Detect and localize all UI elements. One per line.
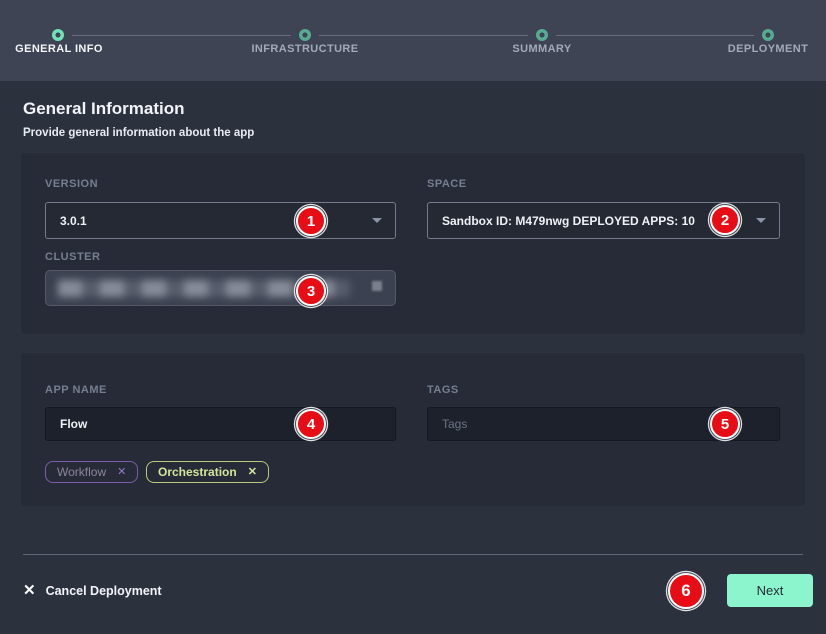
redacted-text: [372, 281, 382, 291]
step-dot-deployment[interactable]: [762, 29, 774, 41]
step-label-general-info[interactable]: GENERAL INFO: [15, 43, 103, 55]
footer-divider: [23, 554, 803, 555]
step-label-summary[interactable]: SUMMARY: [512, 43, 571, 55]
tag-chip-workflow[interactable]: Workflow ✕: [45, 461, 138, 483]
wizard-stepper: GENERAL INFO INFRASTRUCTURE SUMMARY DEPL…: [0, 0, 826, 81]
page-title: General Information: [23, 99, 185, 119]
chevron-down-icon: [372, 218, 382, 223]
tag-chip-orchestration[interactable]: Orchestration ✕: [146, 461, 269, 483]
remove-tag-icon[interactable]: ✕: [117, 467, 126, 478]
step-label-deployment[interactable]: DEPLOYMENT: [728, 43, 808, 55]
annotation-badge-6: 6: [668, 573, 704, 609]
general-info-panel: VERSION 3.0.1 SPACE Sandbox ID: M479nwg …: [21, 153, 805, 334]
next-button[interactable]: Next: [727, 574, 813, 607]
tag-chip-label: Workflow: [57, 465, 106, 479]
app-name-label: APP NAME: [45, 384, 107, 396]
page-subtitle: Provide general information about the ap…: [23, 127, 254, 139]
cancel-deployment-label: Cancel Deployment: [46, 584, 162, 598]
step-dot-general-info[interactable]: [52, 29, 64, 41]
annotation-badge-2: 2: [710, 205, 740, 235]
remove-tag-icon[interactable]: ✕: [248, 467, 257, 478]
chevron-down-icon: [756, 218, 766, 223]
close-icon: ✕: [23, 583, 36, 598]
version-value: 3.0.1: [60, 214, 87, 228]
tags-label: TAGS: [427, 384, 459, 396]
step-dot-infrastructure[interactable]: [299, 29, 311, 41]
annotation-badge-3: 3: [296, 276, 326, 306]
tag-chip-label: Orchestration: [158, 465, 237, 479]
version-select[interactable]: 3.0.1: [45, 202, 396, 239]
app-name-input[interactable]: [45, 407, 396, 441]
app-details-panel: APP NAME TAGS Workflow ✕ Orchestration ✕: [21, 353, 805, 506]
version-label: VERSION: [45, 178, 98, 190]
step-label-infrastructure[interactable]: INFRASTRUCTURE: [251, 43, 358, 55]
annotation-badge-4: 4: [296, 409, 326, 439]
annotation-badge-1: 1: [296, 206, 326, 236]
annotation-badge-5: 5: [710, 409, 740, 439]
cluster-field-disabled: [45, 270, 396, 306]
space-label: SPACE: [427, 178, 467, 190]
cluster-label: CLUSTER: [45, 251, 100, 263]
step-connector: [319, 35, 528, 36]
space-value: Sandbox ID: M479nwg DEPLOYED APPS: 10: [442, 214, 695, 228]
step-connector: [556, 35, 754, 36]
step-connector: [72, 35, 291, 36]
cancel-deployment-button[interactable]: ✕ Cancel Deployment: [23, 583, 162, 598]
step-dot-summary[interactable]: [536, 29, 548, 41]
